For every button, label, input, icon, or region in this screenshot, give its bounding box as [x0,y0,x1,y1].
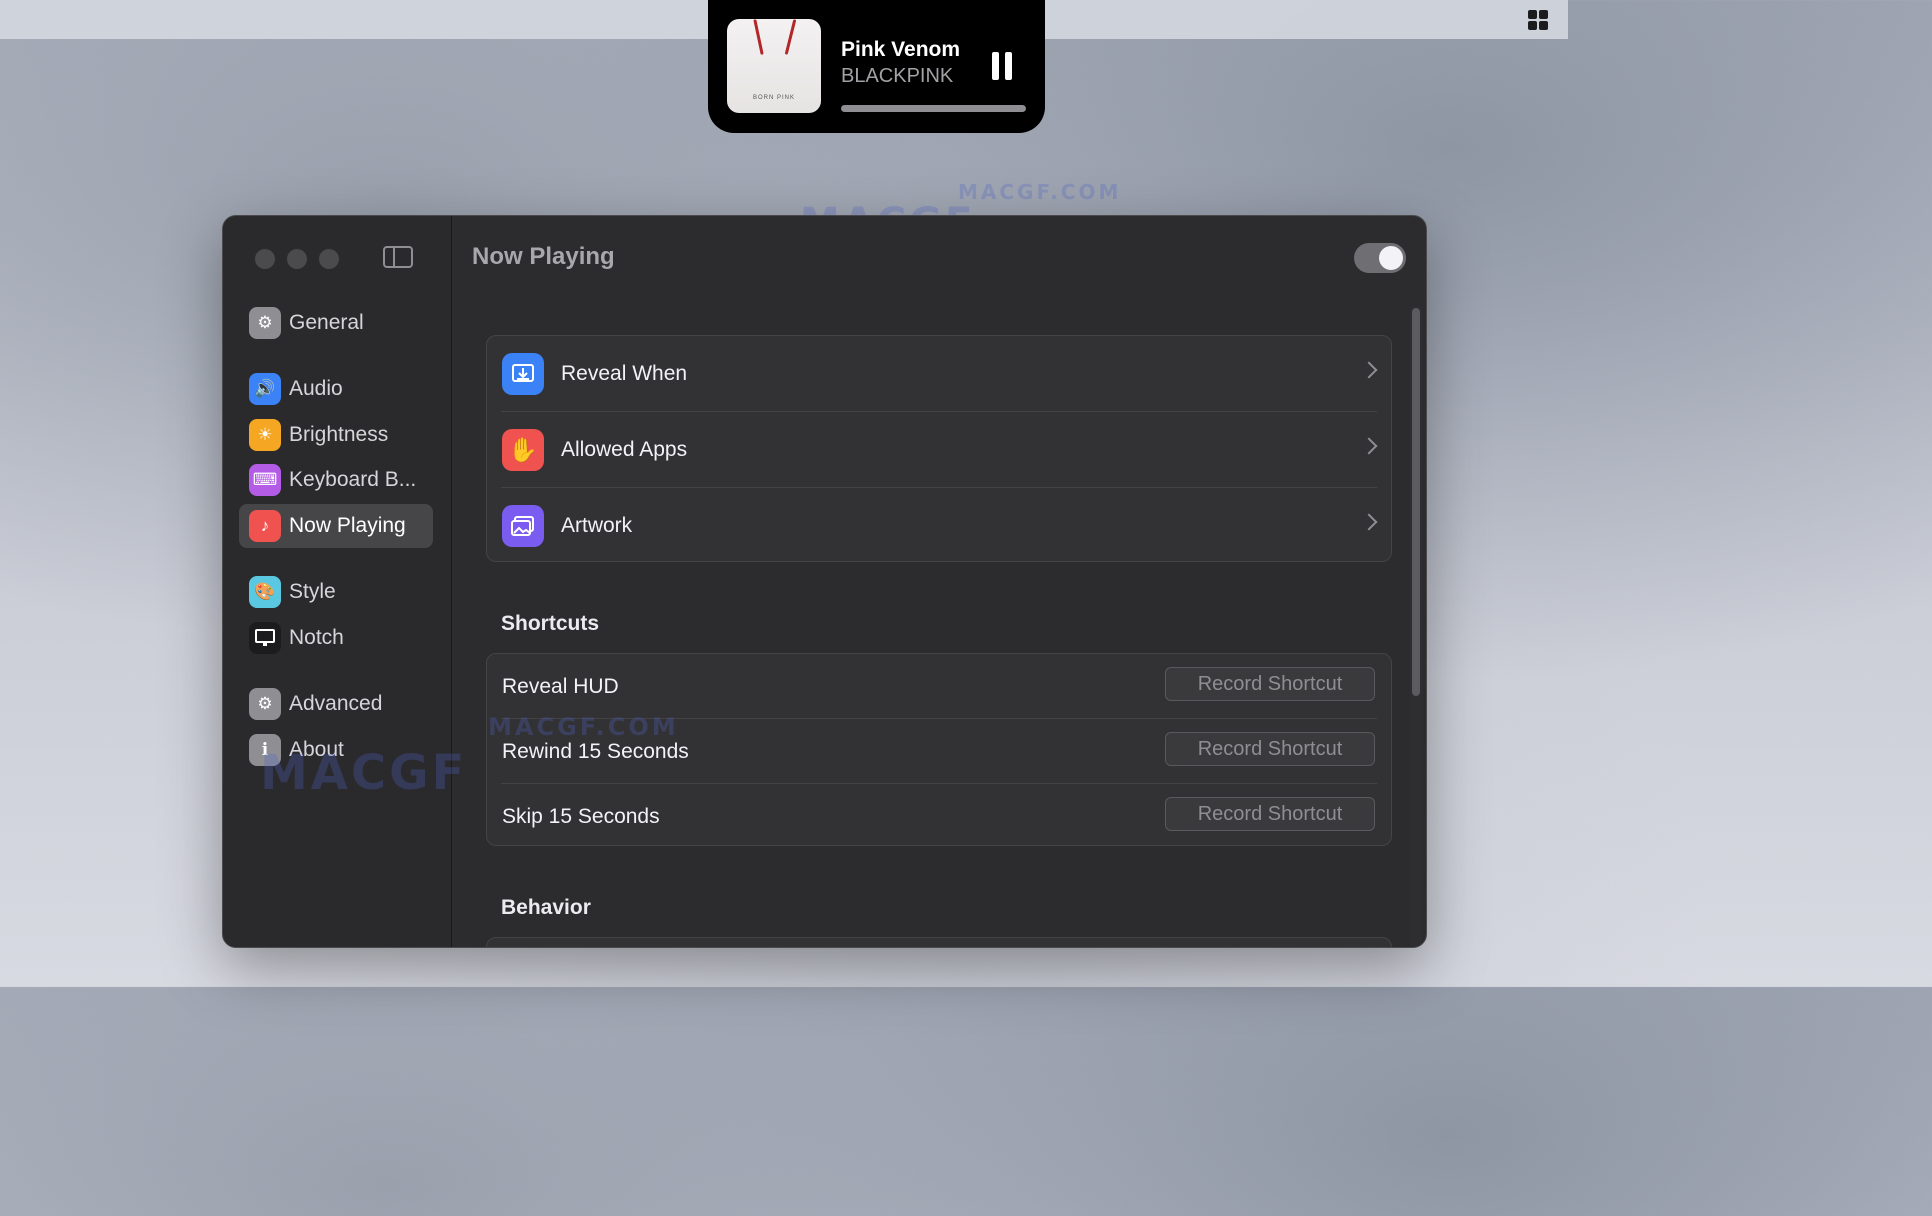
music-note-icon: ♪ [249,510,281,542]
shortcut-row-skip: Skip 15 Seconds Record Shortcut [487,784,1391,849]
now-playing-enable-toggle[interactable] [1354,243,1406,273]
zoom-window-button[interactable] [319,249,339,269]
page-title: Now Playing [472,243,615,270]
sun-icon: ☀ [249,419,281,451]
sidebar: ⚙ General 🔊 Audio ☀ Brightness ⌨ Keyboar… [223,216,452,947]
chevron-right-icon [1360,361,1378,379]
shortcuts-group: Reveal HUD Record Shortcut Rewind 15 Sec… [486,653,1392,846]
sidebar-item-label: Audio [289,377,343,400]
behavior-group [486,937,1392,947]
reveal-when-label: Reveal When [561,362,688,385]
sidebar-item-audio[interactable]: 🔊 Audio [239,367,433,411]
sidebar-item-style[interactable]: 🎨 Style [239,570,433,614]
control-center-grid-icon[interactable] [1528,10,1548,30]
navigation-group: Reveal When ✋ Allowed Apps Artwork [486,335,1392,562]
minimize-window-button[interactable] [287,249,307,269]
display-icon [249,622,281,654]
speaker-icon: 🔊 [249,373,281,405]
sidebar-item-about[interactable]: i About [239,728,433,772]
shortcut-row-reveal-hud: Reveal HUD Record Shortcut [487,654,1391,719]
settings-content: Now Playing Reveal When ✋ Allowed Apps A… [452,216,1426,947]
watermark-text: MACGF.COM [958,180,1122,204]
chevron-right-icon [1360,513,1378,531]
track-title: Pink Venom [841,38,961,61]
shortcut-label: Reveal HUD [502,674,619,698]
pause-icon[interactable] [992,52,1012,80]
artwork-text: BORN PINK [752,95,795,101]
palette-icon: 🎨 [249,576,281,608]
sidebar-item-brightness[interactable]: ☀ Brightness [239,413,433,457]
sidebar-item-label: Now Playing [289,514,406,537]
shortcut-label: Rewind 15 Seconds [502,739,689,763]
chevron-right-icon [1360,437,1378,455]
sidebar-item-label: Notch [289,626,344,649]
shortcuts-section-title: Shortcuts [501,612,600,635]
sidebar-item-label: Advanced [289,692,383,715]
sidebar-item-advanced[interactable]: ⚙ Advanced [239,682,433,726]
sidebar-item-label: About [289,738,344,761]
gear-icon: ⚙ [249,307,281,339]
close-window-button[interactable] [255,249,275,269]
allowed-apps-label: Allowed Apps [561,438,688,461]
info-icon: i [249,734,281,766]
artwork-row[interactable]: Artwork [487,488,1391,564]
track-artist: BLACKPINK [841,65,954,87]
sidebar-item-label: Keyboard B... [289,468,417,491]
record-shortcut-button[interactable]: Record Shortcut [1165,797,1375,831]
allowed-apps-row[interactable]: ✋ Allowed Apps [487,412,1391,488]
sidebar-item-label: Brightness [289,423,389,446]
sidebar-item-notch[interactable]: Notch [239,616,433,660]
keyboard-icon: ⌨ [249,464,281,496]
reveal-when-row[interactable]: Reveal When [487,336,1391,412]
sidebar-item-general[interactable]: ⚙ General [239,301,433,345]
artwork-label: Artwork [561,514,633,537]
playback-progress-fill [841,105,1026,112]
behavior-section-title: Behavior [501,896,591,919]
download-tray-icon [502,353,544,395]
now-playing-hud: BORN PINK Pink Venom BLACKPINK [708,0,1045,133]
sidebar-item-label: Style [289,580,336,603]
scrollbar[interactable] [1410,306,1422,946]
gears-icon: ⚙ [249,688,281,720]
sidebar-item-label: General [289,311,364,334]
photos-icon [502,505,544,547]
shortcut-label: Skip 15 Seconds [502,804,660,828]
record-shortcut-button[interactable]: Record Shortcut [1165,667,1375,701]
shortcut-row-rewind: Rewind 15 Seconds Record Shortcut [487,719,1391,784]
sidebar-item-now-playing[interactable]: ♪ Now Playing [239,504,433,548]
record-shortcut-button[interactable]: Record Shortcut [1165,732,1375,766]
hand-icon: ✋ [502,429,544,471]
sidebar-item-keyboard-backlight[interactable]: ⌨ Keyboard B... [239,458,433,502]
sidebar-toggle-icon[interactable] [383,246,413,268]
settings-window: ⚙ General 🔊 Audio ☀ Brightness ⌨ Keyboar… [222,215,1427,948]
scrollbar-thumb[interactable] [1412,308,1420,696]
album-artwork[interactable]: BORN PINK [727,19,821,113]
playback-progress-bar[interactable] [841,105,1026,112]
